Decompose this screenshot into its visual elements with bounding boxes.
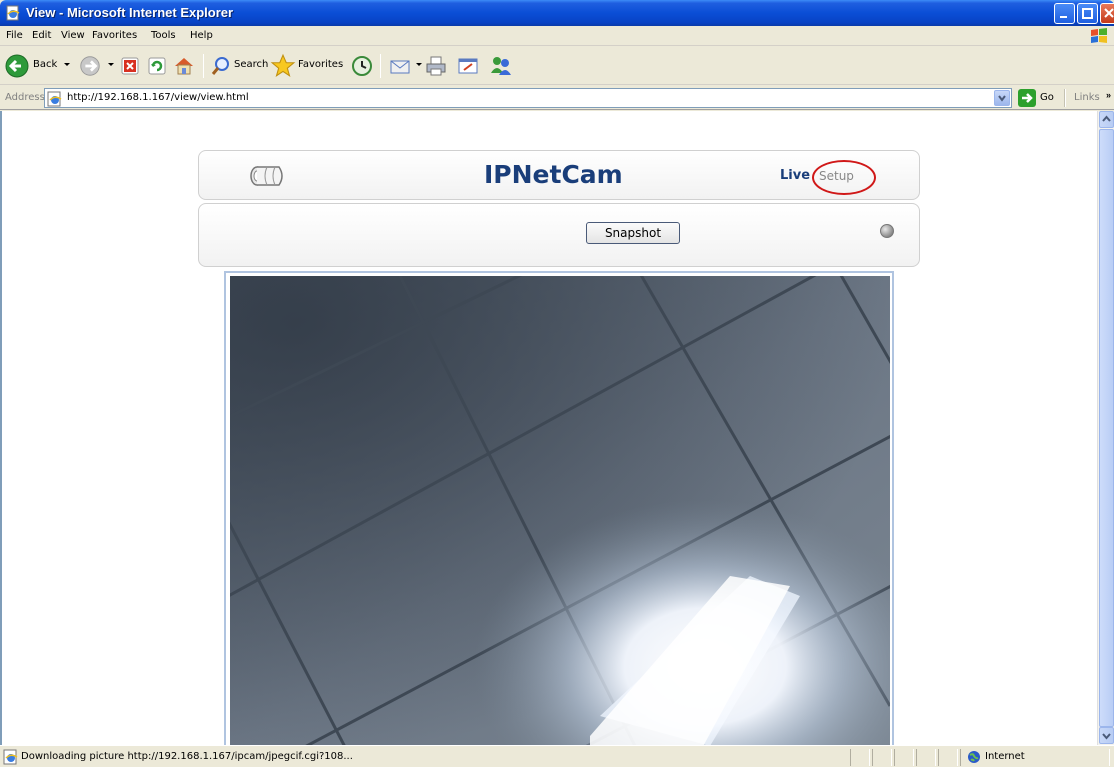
menu-bar: File Edit View Favorites Tools Help xyxy=(0,26,1114,46)
minimize-icon xyxy=(1060,16,1067,18)
windows-logo-icon xyxy=(1091,28,1107,43)
close-icon xyxy=(1104,8,1114,18)
address-dropdown-button[interactable] xyxy=(994,90,1010,106)
page-viewport: IPNetCam Live Setup Snapshot xyxy=(0,111,1097,745)
back-button-label[interactable]: Back xyxy=(33,59,57,70)
favorites-star-icon[interactable] xyxy=(270,53,296,79)
mail-icon[interactable] xyxy=(388,53,412,79)
vertical-scrollbar[interactable] xyxy=(1097,111,1114,745)
scroll-down-button[interactable] xyxy=(1099,727,1114,744)
ie-page-icon xyxy=(47,91,62,107)
forward-dropdown-arrow-icon[interactable] xyxy=(108,63,114,66)
security-zone-pane xyxy=(960,749,1110,766)
go-button-label[interactable]: Go xyxy=(1040,92,1054,103)
links-label[interactable]: Links xyxy=(1074,92,1100,103)
maximize-icon xyxy=(1082,8,1093,19)
status-pane xyxy=(938,749,958,766)
window-title: View - Microsoft Internet Explorer xyxy=(26,5,234,20)
address-url: http://192.168.1.167/view/view.html xyxy=(67,92,249,103)
status-pane xyxy=(894,749,914,766)
browser-window: View - Microsoft Internet Explorer File … xyxy=(0,0,1114,767)
edit-icon[interactable] xyxy=(456,53,480,79)
maximize-button[interactable] xyxy=(1077,3,1098,24)
chevron-down-icon xyxy=(998,95,1006,102)
brand-title: IPNetCam xyxy=(484,160,623,189)
toolbar-separator xyxy=(380,54,381,78)
mail-dropdown-arrow-icon[interactable] xyxy=(416,63,422,66)
nav-live-link[interactable]: Live xyxy=(780,168,810,183)
address-bar: Address http://192.168.1.167/view/view.h… xyxy=(0,86,1114,110)
links-separator xyxy=(1064,89,1066,107)
security-zone-label: Internet xyxy=(985,751,1025,762)
back-dropdown-arrow-icon[interactable] xyxy=(64,63,70,66)
scroll-up-button[interactable] xyxy=(1099,111,1114,128)
scroll-thumb[interactable] xyxy=(1099,129,1114,727)
favorites-button-label[interactable]: Favorites xyxy=(298,59,343,70)
status-pane xyxy=(872,749,892,766)
menu-tools[interactable]: Tools xyxy=(151,30,176,41)
history-icon[interactable] xyxy=(350,53,374,79)
menu-favorites[interactable]: Favorites xyxy=(92,30,137,41)
control-panel: Snapshot xyxy=(198,203,920,267)
header-panel: IPNetCam Live Setup xyxy=(198,150,920,200)
menu-file[interactable]: File xyxy=(6,30,23,41)
internet-globe-icon xyxy=(968,751,980,763)
ie-page-icon xyxy=(6,5,20,21)
print-icon[interactable] xyxy=(424,53,448,79)
minimize-button[interactable] xyxy=(1054,3,1075,24)
menu-help[interactable]: Help xyxy=(190,30,213,41)
snapshot-button[interactable]: Snapshot xyxy=(586,222,680,244)
home-icon[interactable] xyxy=(172,53,196,79)
menu-view[interactable]: View xyxy=(61,30,85,41)
links-chevron-icon[interactable]: » xyxy=(1106,90,1111,100)
status-pane xyxy=(850,749,870,766)
address-input[interactable]: http://192.168.1.167/view/view.html xyxy=(44,88,1012,108)
close-button[interactable] xyxy=(1100,3,1114,24)
go-arrow-icon xyxy=(1022,93,1033,103)
title-bar[interactable]: View - Microsoft Internet Explorer xyxy=(0,0,1114,26)
status-text: Downloading picture http://192.168.1.167… xyxy=(21,751,353,762)
stop-icon[interactable] xyxy=(119,53,141,79)
chevron-up-icon xyxy=(1102,115,1111,122)
menu-edit[interactable]: Edit xyxy=(32,30,51,41)
forward-arrow-icon[interactable] xyxy=(78,53,102,79)
go-button[interactable] xyxy=(1018,89,1036,107)
back-arrow-icon[interactable] xyxy=(4,53,30,79)
camera-logo-icon xyxy=(250,166,283,186)
highlight-circle-annotation xyxy=(812,160,876,195)
toolbar-separator xyxy=(203,54,204,78)
status-bar: Downloading picture http://192.168.1.167… xyxy=(0,745,1114,767)
page-loading-icon xyxy=(3,749,18,765)
live-camera-image[interactable] xyxy=(230,276,890,745)
refresh-icon[interactable] xyxy=(146,53,168,79)
status-indicator-icon xyxy=(880,224,894,238)
chevron-down-icon xyxy=(1102,733,1111,740)
status-pane xyxy=(916,749,936,766)
address-label: Address xyxy=(5,92,45,103)
video-frame xyxy=(224,271,894,745)
standard-toolbar: Back Search Favorites xyxy=(0,47,1114,85)
search-button-label[interactable]: Search xyxy=(234,59,268,70)
search-icon[interactable] xyxy=(210,53,232,79)
messenger-icon[interactable] xyxy=(488,53,514,79)
